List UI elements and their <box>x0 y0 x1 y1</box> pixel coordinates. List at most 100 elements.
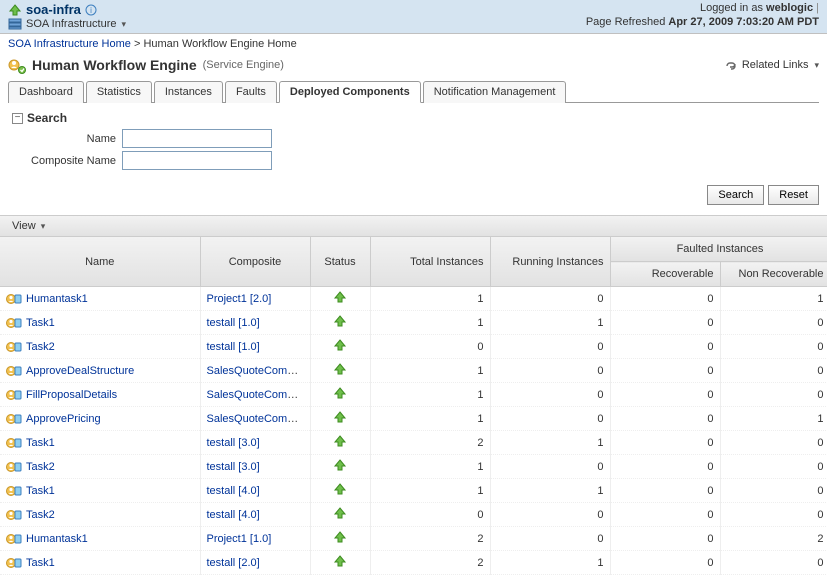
col-recoverable[interactable]: Recoverable <box>610 262 720 287</box>
table-row: Humantask1Project1 [1.0]2002 <box>0 527 827 551</box>
component-name-link[interactable]: FillProposalDetails <box>26 389 117 401</box>
human-task-icon <box>6 532 22 546</box>
link-icon <box>724 58 738 72</box>
human-task-icon <box>6 364 22 378</box>
composite-link[interactable]: Project1 [1.0] <box>207 533 272 545</box>
breadcrumb-home[interactable]: SOA Infrastructure Home <box>8 38 131 50</box>
nonrecoverable-instances: 1 <box>720 287 827 311</box>
composite-link[interactable]: testall [2.0] <box>207 557 260 569</box>
tab-faults[interactable]: Faults <box>225 81 277 103</box>
composite-link[interactable]: testall [4.0] <box>207 485 260 497</box>
tab-dashboard[interactable]: Dashboard <box>8 81 84 103</box>
reset-button[interactable]: Reset <box>768 185 819 205</box>
col-faulted[interactable]: Faulted Instances <box>610 237 827 262</box>
composite-link[interactable]: testall [4.0] <box>207 509 260 521</box>
total-instances: 2 <box>370 431 490 455</box>
table-row: Task2testall [1.0]0000 <box>0 335 827 359</box>
context-menu[interactable]: SOA Infrastructure <box>26 18 126 30</box>
page-title: Human Workflow Engine <box>32 57 197 73</box>
component-name-link[interactable]: Task1 <box>26 437 55 449</box>
name-input[interactable] <box>122 129 272 148</box>
total-instances: 0 <box>370 503 490 527</box>
composite-link[interactable]: testall [3.0] <box>207 437 260 449</box>
table-row: ApprovePricingSalesQuoteComposit1001 <box>0 407 827 431</box>
recoverable-instances: 0 <box>610 503 720 527</box>
col-composite[interactable]: Composite <box>200 237 310 287</box>
col-total[interactable]: Total Instances <box>370 237 490 287</box>
status-up-icon <box>333 290 347 304</box>
recoverable-instances: 0 <box>610 383 720 407</box>
total-instances: 2 <box>370 527 490 551</box>
status-up-icon <box>333 386 347 400</box>
status-up-icon <box>333 458 347 472</box>
name-label: Name <box>12 133 122 145</box>
running-instances: 0 <box>490 383 610 407</box>
recoverable-instances: 0 <box>610 311 720 335</box>
recoverable-instances: 0 <box>610 335 720 359</box>
component-name-link[interactable]: Humantask1 <box>26 293 88 305</box>
search-button[interactable]: Search <box>707 185 764 205</box>
composite-link[interactable]: SalesQuoteComposit <box>207 389 311 401</box>
tab-deployed-components[interactable]: Deployed Components <box>279 81 421 103</box>
running-instances: 0 <box>490 503 610 527</box>
component-name-link[interactable]: Task1 <box>26 557 55 569</box>
nonrecoverable-instances: 0 <box>720 431 827 455</box>
human-task-icon <box>6 508 22 522</box>
col-status[interactable]: Status <box>310 237 370 287</box>
breadcrumb-current: Human Workflow Engine Home <box>143 38 296 50</box>
page-refreshed: Page Refreshed Apr 27, 2009 7:03:20 AM P… <box>586 16 819 28</box>
col-nonrecoverable[interactable]: Non Recoverable <box>720 262 827 287</box>
composite-name-input[interactable] <box>122 151 272 170</box>
total-instances: 1 <box>370 359 490 383</box>
info-icon[interactable]: i <box>85 4 97 16</box>
recoverable-instances: 0 <box>610 359 720 383</box>
table-row: Task2testall [3.0]1000 <box>0 455 827 479</box>
component-name-link[interactable]: Task2 <box>26 341 55 353</box>
component-name-link[interactable]: ApprovePricing <box>26 413 101 425</box>
total-instances: 1 <box>370 407 490 431</box>
tab-statistics[interactable]: Statistics <box>86 81 152 103</box>
human-task-icon <box>6 340 22 354</box>
login-status: Logged in as weblogic | <box>700 2 819 14</box>
composite-link[interactable]: testall [3.0] <box>207 461 260 473</box>
table-row: Task1testall [3.0]2100 <box>0 431 827 455</box>
composite-link[interactable]: testall [1.0] <box>207 341 260 353</box>
tab-notification-management[interactable]: Notification Management <box>423 81 567 103</box>
component-name-link[interactable]: Task1 <box>26 485 55 497</box>
nonrecoverable-instances: 0 <box>720 503 827 527</box>
status-up-icon <box>333 506 347 520</box>
running-instances: 1 <box>490 431 610 455</box>
status-up-icon <box>333 314 347 328</box>
col-running[interactable]: Running Instances <box>490 237 610 287</box>
component-name-link[interactable]: Task1 <box>26 317 55 329</box>
component-name-link[interactable]: Humantask1 <box>26 533 88 545</box>
component-name-link[interactable]: ApproveDealStructure <box>26 365 134 377</box>
status-up-icon <box>333 410 347 424</box>
running-instances: 0 <box>490 359 610 383</box>
status-up-icon <box>333 362 347 376</box>
collapse-toggle[interactable]: − <box>12 113 23 124</box>
total-instances: 0 <box>370 335 490 359</box>
composite-link[interactable]: testall [1.0] <box>207 317 260 329</box>
related-links[interactable]: Related Links <box>724 58 819 72</box>
component-name-link[interactable]: Task2 <box>26 461 55 473</box>
component-name-link[interactable]: Task2 <box>26 509 55 521</box>
view-menu[interactable]: View <box>12 220 45 232</box>
recoverable-instances: 0 <box>610 407 720 431</box>
col-name[interactable]: Name <box>0 237 200 287</box>
running-instances: 0 <box>490 455 610 479</box>
composite-link[interactable]: SalesQuoteComposit <box>207 365 311 377</box>
recoverable-instances: 0 <box>610 287 720 311</box>
running-instances: 0 <box>490 527 610 551</box>
human-task-icon <box>6 556 22 570</box>
recoverable-instances: 0 <box>610 527 720 551</box>
nonrecoverable-instances: 0 <box>720 311 827 335</box>
human-task-icon <box>6 436 22 450</box>
tab-instances[interactable]: Instances <box>154 81 223 103</box>
composite-link[interactable]: SalesQuoteComposit <box>207 413 311 425</box>
composite-link[interactable]: Project1 [2.0] <box>207 293 272 305</box>
components-table: Name Composite Status Total Instances Ru… <box>0 237 827 575</box>
server-stack-icon <box>8 18 22 30</box>
svg-text:i: i <box>90 6 92 15</box>
nonrecoverable-instances: 0 <box>720 551 827 575</box>
